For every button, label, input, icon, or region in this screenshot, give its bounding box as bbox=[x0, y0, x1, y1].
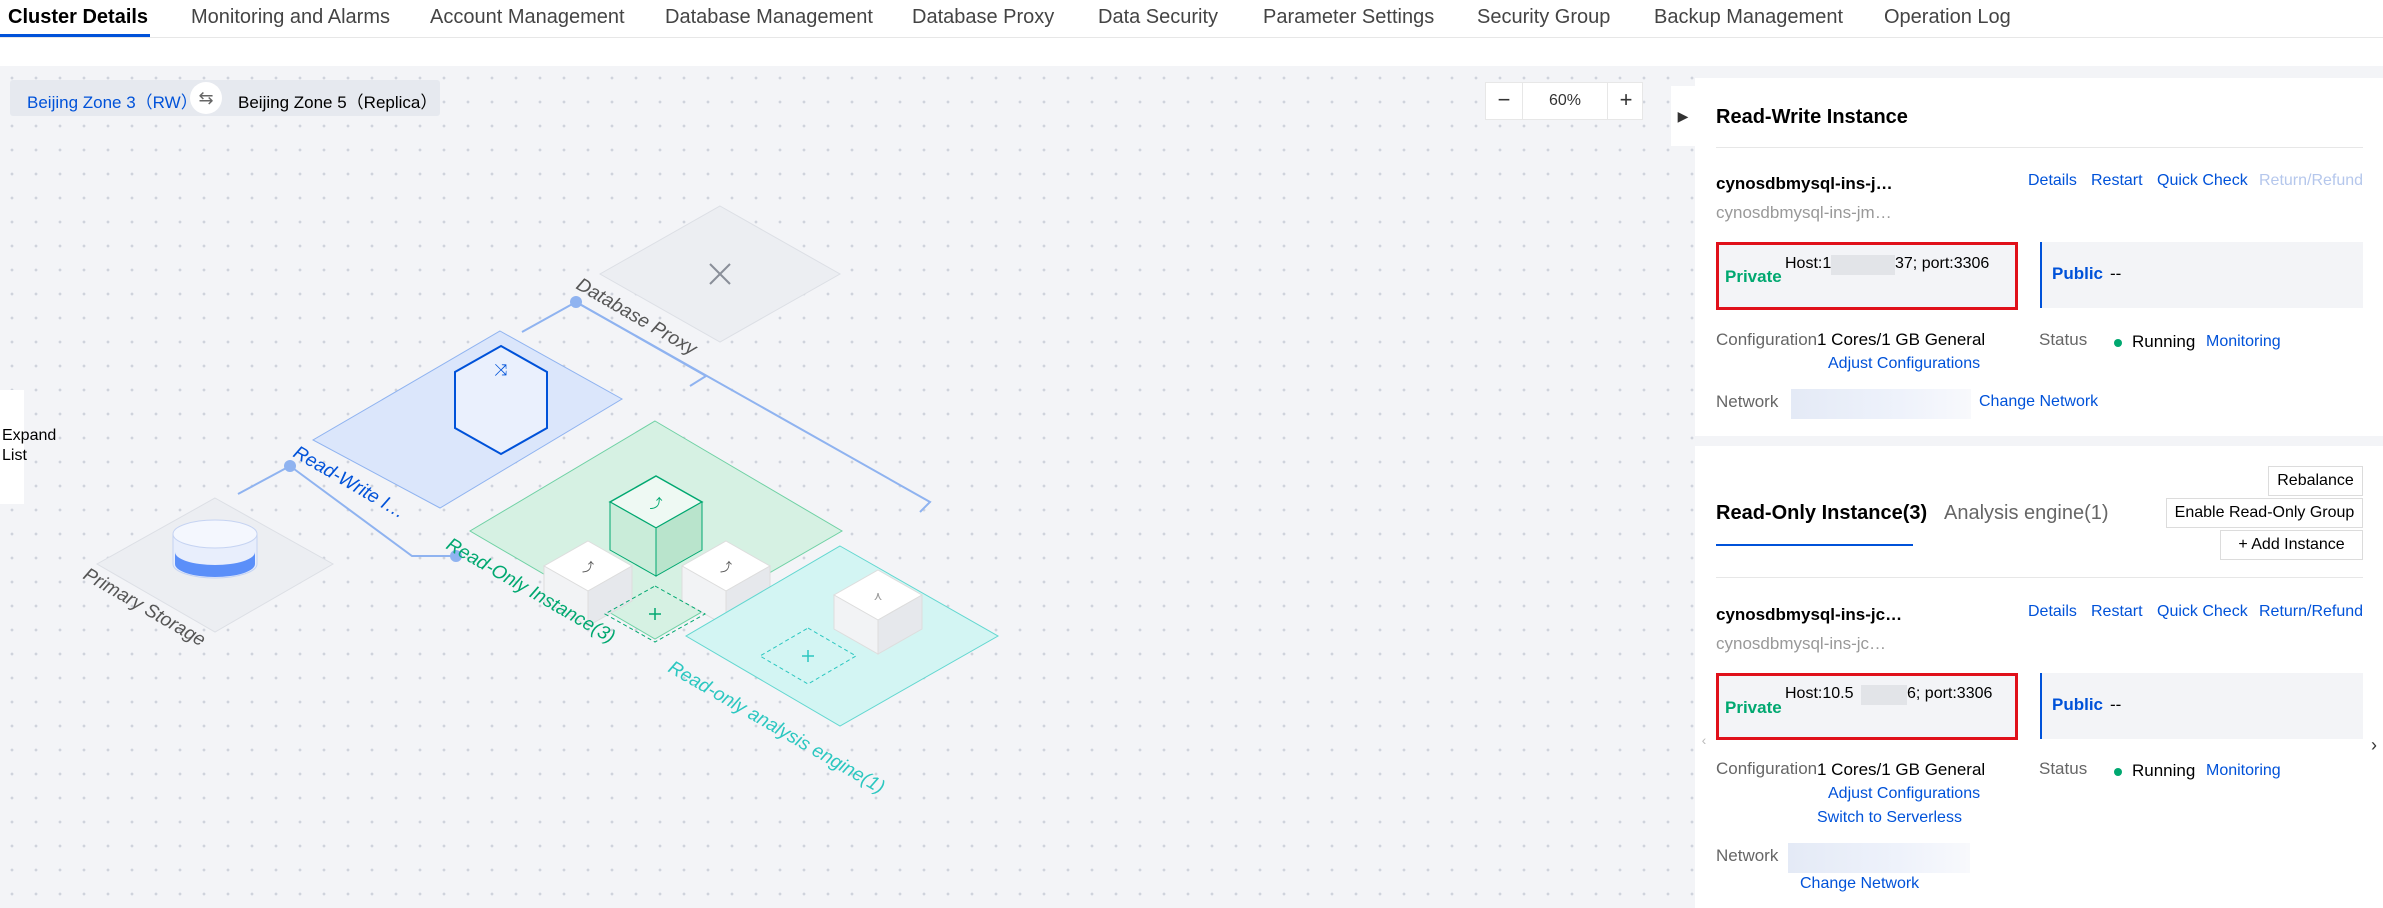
tab-cluster-details[interactable]: Cluster Details bbox=[8, 6, 148, 29]
rw-adjust-configurations-link[interactable]: Adjust Configurations bbox=[1828, 355, 1980, 373]
rw-status-value: Running bbox=[2132, 332, 2196, 351]
ro-restart-link[interactable]: Restart bbox=[2091, 603, 2143, 621]
chevron-right-icon[interactable]: › bbox=[2365, 710, 2383, 780]
ro-public-value: -- bbox=[2110, 695, 2122, 714]
rw-return-refund-link[interactable]: Return/Refund bbox=[2259, 172, 2363, 190]
ro-quick-check-link[interactable]: Quick Check bbox=[2157, 603, 2248, 621]
rw-monitoring-link[interactable]: Monitoring bbox=[2206, 333, 2281, 351]
ro-change-network-link[interactable]: Change Network bbox=[1800, 875, 1919, 893]
switch-to-serverless-link[interactable]: Switch to Serverless bbox=[1817, 809, 1962, 827]
rw-restart-link[interactable]: Restart bbox=[2091, 172, 2143, 190]
rw-instance-name[interactable]: cynosdbmysql-ins-j… bbox=[1716, 174, 1893, 194]
ro-configuration-value: 1 Cores/1 GB General bbox=[1817, 760, 1986, 779]
rw-divider bbox=[1716, 147, 2363, 148]
rw-network-redacted bbox=[1791, 389, 1971, 419]
tab-database-proxy[interactable]: Database Proxy bbox=[912, 6, 1054, 29]
rw-change-network-link[interactable]: Change Network bbox=[1979, 393, 2098, 411]
proxy-node-dot bbox=[570, 296, 582, 308]
rw-configuration-value: 1 Cores/1 GB General bbox=[1817, 330, 1986, 349]
rw-network-label: Network bbox=[1716, 392, 1779, 411]
ro-status-label: Status bbox=[2039, 759, 2088, 778]
rw-quick-check-link[interactable]: Quick Check bbox=[2157, 172, 2248, 190]
active-tab-indicator bbox=[0, 34, 150, 37]
ro-active-tab-indicator bbox=[1716, 544, 1913, 546]
ro-monitoring-link[interactable]: Monitoring bbox=[2206, 762, 2281, 780]
zone-replica[interactable]: Beijing Zone 5（Replica） bbox=[238, 88, 437, 113]
ro-divider bbox=[1716, 577, 2363, 578]
ro-instance-id: cynosdbmysql-ins-jc… bbox=[1716, 634, 1887, 653]
rw-public-label: Public bbox=[2052, 264, 2104, 283]
tab-operation-log[interactable]: Operation Log bbox=[1884, 6, 2011, 29]
zone-primary[interactable]: Beijing Zone 3（RW） bbox=[27, 88, 198, 113]
expand-list-toggle[interactable]: Expand List bbox=[0, 390, 56, 504]
rw-configuration-label: Configuration bbox=[1716, 330, 1818, 349]
tab-database-management[interactable]: Database Management bbox=[665, 6, 873, 29]
chevron-left-icon[interactable]: ‹ bbox=[1697, 720, 1711, 760]
ro-details-link[interactable]: Details bbox=[2028, 603, 2077, 621]
swap-zone-icon[interactable]: ⇆ bbox=[190, 82, 222, 114]
ro-host-suffix: 6; port:3306 bbox=[1907, 685, 1993, 702]
zoom-in-button[interactable]: + bbox=[1608, 83, 1644, 119]
shuffle-icon: ⤨ bbox=[495, 362, 508, 379]
ro-adjust-configurations-link[interactable]: Adjust Configurations bbox=[1828, 785, 1980, 803]
rw-host-prefix: Host:1 bbox=[1785, 255, 1832, 272]
rw-private-network-box: Private Host:1 37; port:3306 bbox=[1716, 242, 2018, 310]
tab-monitoring-and-alarms[interactable]: Monitoring and Alarms bbox=[191, 6, 390, 29]
zone-switcher: Beijing Zone 3（RW） ⇆ Beijing Zone 5（Repl… bbox=[10, 80, 440, 116]
rw-host-redacted bbox=[1831, 255, 1895, 275]
add-instance-button[interactable]: + Add Instance bbox=[2220, 530, 2363, 560]
ro-status-dot bbox=[2114, 768, 2122, 776]
ro-public-network-box: Public -- bbox=[2040, 673, 2363, 739]
rw-public-network-box: Public -- bbox=[2040, 242, 2363, 308]
rw-status-label: Status bbox=[2039, 330, 2088, 349]
ro-network-redacted bbox=[1788, 843, 1970, 873]
rw-details-link[interactable]: Details bbox=[2028, 172, 2077, 190]
rebalance-button[interactable]: Rebalance bbox=[2268, 466, 2363, 496]
topology-canvas[interactable]: Database Proxy ⤨ Read-Write I… ⤴ ⤴ ⤴ Rea… bbox=[0, 66, 1695, 908]
ro-network-label: Network bbox=[1716, 846, 1779, 865]
ro-private-label: Private bbox=[1725, 698, 1782, 717]
rw-host-suffix: 37; port:3306 bbox=[1895, 255, 1990, 272]
tab-security-group[interactable]: Security Group bbox=[1477, 6, 1610, 29]
ro-host-prefix: Host:10.5 bbox=[1785, 685, 1854, 702]
expand-list-label: Expand List bbox=[2, 427, 57, 464]
zoom-out-button[interactable]: − bbox=[1486, 83, 1522, 119]
ro-configuration-label: Configuration bbox=[1716, 759, 1818, 778]
rw-public-value: -- bbox=[2110, 264, 2122, 283]
ro-private-network-box: Private Host:10.5 6; port:3306 bbox=[1716, 673, 2018, 740]
tab-read-only-instance[interactable]: Read-Only Instance(3) bbox=[1716, 502, 1927, 525]
analysis-node-icon: ⋏ bbox=[874, 589, 883, 603]
rw-private-label: Private bbox=[1725, 267, 1782, 286]
zoom-level: 60% bbox=[1522, 83, 1608, 119]
rw-status-dot bbox=[2114, 339, 2122, 347]
enable-read-only-group-button[interactable]: Enable Read-Only Group bbox=[2166, 498, 2363, 528]
ro-public-label: Public bbox=[2052, 695, 2104, 714]
database-cylinder-icon bbox=[172, 519, 258, 579]
ro-host-redacted bbox=[1861, 685, 1907, 705]
rw-title: Read-Write Instance bbox=[1716, 106, 1908, 128]
tab-data-security[interactable]: Data Security bbox=[1098, 6, 1218, 29]
ro-instance-name[interactable]: cynosdbmysql-ins-jc… bbox=[1716, 605, 1902, 625]
tab-parameter-settings[interactable]: Parameter Settings bbox=[1263, 6, 1434, 29]
rw-instance-id: cynosdbmysql-ins-jm… bbox=[1716, 203, 1892, 222]
zoom-control: − 60% + bbox=[1485, 82, 1643, 120]
ro-return-refund-link[interactable]: Return/Refund bbox=[2259, 603, 2363, 621]
collapse-panel-icon[interactable]: ▶ bbox=[1671, 86, 1695, 146]
tab-backup-management[interactable]: Backup Management bbox=[1654, 6, 1843, 29]
ro-node-2-icon: ⤴ bbox=[582, 559, 594, 574]
tab-analysis-engine[interactable]: Analysis engine(1) bbox=[1944, 502, 2109, 525]
tab-account-management[interactable]: Account Management bbox=[430, 6, 625, 29]
ro-node-3-icon: ⤴ bbox=[720, 559, 732, 574]
top-tab-bar: Cluster Details Monitoring and Alarms Ac… bbox=[0, 0, 2383, 38]
ro-status-value: Running bbox=[2132, 761, 2196, 780]
ro-primary-icon: ⤴ bbox=[649, 496, 662, 511]
topology-diagram: Database Proxy ⤨ Read-Write I… ⤴ ⤴ ⤴ Rea… bbox=[80, 205, 1000, 798]
